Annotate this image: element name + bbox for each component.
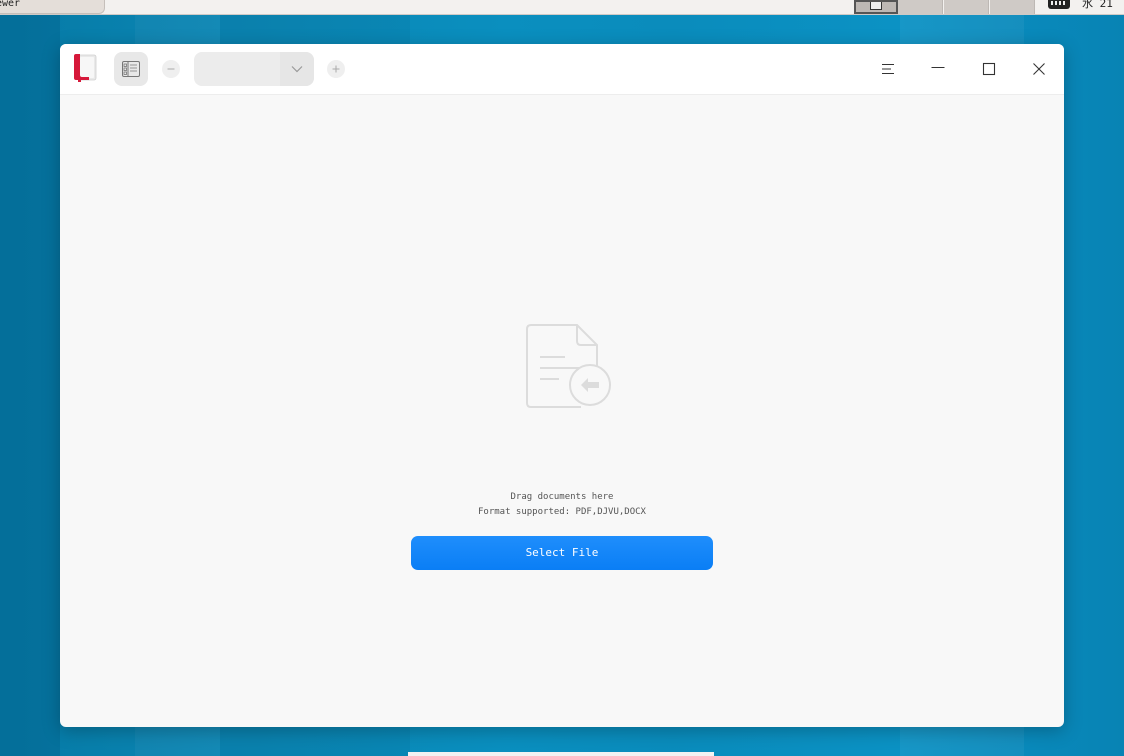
document-viewer-window: Drag documents here Format supported: PD… [60, 44, 1064, 727]
keyboard-icon[interactable] [1048, 0, 1070, 9]
document-viewer-logo-icon [74, 54, 97, 82]
zoom-select[interactable] [194, 52, 314, 86]
drag-hint-text: Drag documents here [510, 492, 614, 502]
supported-formats-text: Format supported: PDF,DJVU,DOCX [478, 507, 646, 517]
minimize-icon [931, 66, 945, 69]
minus-icon [167, 68, 175, 70]
workspace-3[interactable] [944, 0, 989, 14]
empty-state-drop-area[interactable]: Drag documents here Format supported: PD… [60, 95, 1064, 727]
main-menu-button[interactable] [876, 57, 900, 81]
taskbar-window-tab[interactable]: ewer [0, 0, 105, 14]
workspace-1[interactable] [854, 0, 898, 14]
taskbar-window-label: ewer [0, 0, 21, 9]
minimize-button[interactable] [926, 57, 950, 81]
title-bar [60, 44, 1064, 95]
close-icon [1033, 63, 1045, 75]
close-button[interactable] [1027, 57, 1051, 81]
document-import-icon [526, 324, 611, 408]
thumbnail-panel-icon [122, 61, 140, 77]
clock[interactable]: 水 21 [1082, 0, 1113, 9]
zoom-dropdown-toggle[interactable] [280, 52, 314, 86]
zoom-out-button[interactable] [162, 60, 180, 78]
workspace-4[interactable] [990, 0, 1035, 14]
top-panel: ewer 水 21 [0, 0, 1124, 15]
dock-edge [408, 752, 714, 756]
select-file-button[interactable]: Select File [411, 536, 713, 570]
maximize-button[interactable] [977, 57, 1001, 81]
plus-icon [332, 65, 340, 73]
maximize-icon [982, 62, 996, 76]
system-tray: 水 21 [1038, 0, 1124, 14]
wallpaper-stripe [0, 0, 60, 756]
chevron-down-icon [291, 66, 303, 73]
thumbnails-button[interactable] [114, 52, 148, 86]
hamburger-menu-icon [882, 63, 894, 75]
workspace-2[interactable] [898, 0, 943, 14]
zoom-in-button[interactable] [327, 60, 345, 78]
